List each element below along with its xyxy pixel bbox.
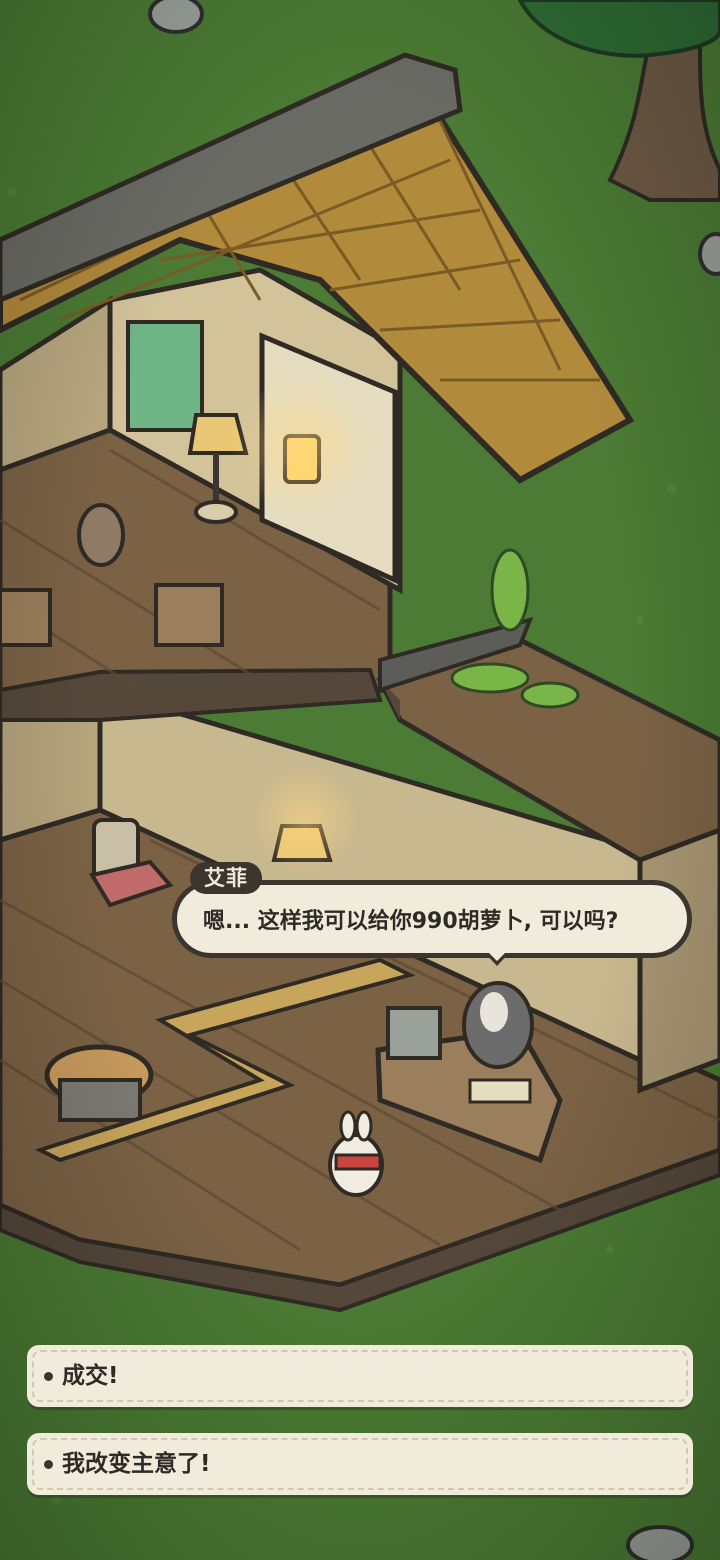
speaker-name-tag: 艾菲 bbox=[190, 862, 262, 894]
choice-accept-button[interactable]: 成交! bbox=[27, 1345, 693, 1407]
house-upper-floor bbox=[0, 267, 403, 722]
game-scene bbox=[0, 0, 720, 1560]
dialogue-text: 嗯... 这样我可以给你990胡萝卜, 可以吗? bbox=[203, 909, 619, 934]
choice-decline-button[interactable]: 我改变主意了! bbox=[27, 1433, 693, 1495]
choice-label: 我改变主意了! bbox=[62, 1451, 211, 1477]
bullet-icon bbox=[44, 1372, 53, 1381]
bubble-tail-inner bbox=[488, 952, 506, 961]
rock bbox=[698, 232, 720, 276]
bullet-icon bbox=[44, 1460, 53, 1469]
choice-label: 成交! bbox=[62, 1363, 119, 1389]
rock bbox=[148, 0, 204, 34]
rock bbox=[626, 1525, 694, 1560]
